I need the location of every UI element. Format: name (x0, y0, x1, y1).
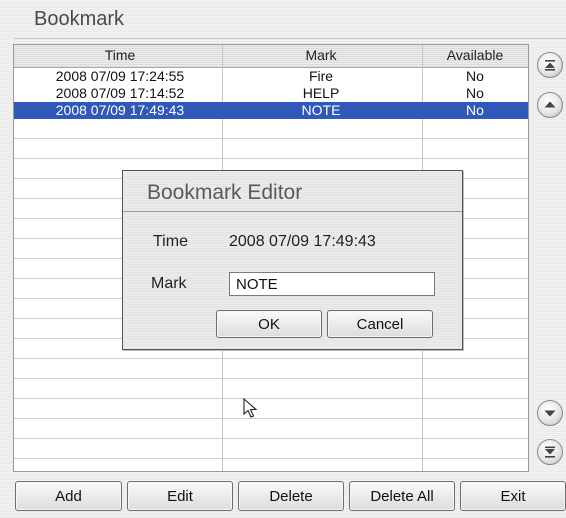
cell-available: No (466, 85, 484, 101)
cell-mark: NOTE (301, 102, 341, 118)
cell-time: 2008 07/09 17:24:55 (55, 68, 185, 84)
scroll-down-button[interactable] (537, 400, 563, 426)
edit-button[interactable]: Edit (127, 481, 233, 511)
column-header-mark[interactable]: Mark (222, 47, 420, 63)
bookmark-editor-dialog: Bookmark Editor Time 2008 07/09 17:49:43… (122, 170, 463, 350)
cell-available: No (466, 68, 484, 84)
time-value: 2008 07/09 17:49:43 (229, 233, 376, 250)
scroll-to-bottom-button[interactable] (537, 439, 563, 465)
column-header-time[interactable]: Time (20, 47, 220, 63)
table-row[interactable]: 2008 07/09 17:14:52 HELP No (14, 85, 528, 102)
table-row-empty (14, 439, 528, 459)
delete-all-button[interactable]: Delete All (349, 481, 455, 511)
bookmark-window: Bookmark Time Mark Available 2008 07/09 … (0, 0, 566, 518)
cell-mark: Fire (308, 68, 334, 84)
table-row-empty (14, 399, 528, 419)
column-header-available[interactable]: Available (422, 47, 528, 63)
scroll-up-button[interactable] (537, 92, 563, 118)
table-row-empty (14, 459, 528, 471)
table-row-selected[interactable]: 2008 07/09 17:49:43 NOTE No (14, 102, 528, 119)
add-button[interactable]: Add (15, 481, 122, 511)
table-row-empty (14, 419, 528, 439)
mark-label: Mark (151, 275, 187, 292)
cell-time: 2008 07/09 17:49:43 (55, 102, 185, 118)
table-header: Time Mark Available (14, 45, 528, 68)
mouse-cursor-icon (243, 398, 258, 418)
cell-time: 2008 07/09 17:14:52 (55, 85, 185, 101)
scroll-to-top-button[interactable] (537, 52, 563, 78)
exit-button[interactable]: Exit (460, 481, 566, 511)
cancel-button[interactable]: Cancel (327, 310, 433, 338)
cell-mark: HELP (302, 85, 340, 101)
dialog-divider (123, 211, 462, 212)
time-label: Time (153, 233, 188, 250)
scroll-down-icon (544, 410, 556, 417)
delete-button[interactable]: Delete (238, 481, 344, 511)
table-row-empty (14, 139, 528, 159)
scroll-to-top-icon (545, 60, 555, 71)
table-row-empty (14, 379, 528, 399)
table-row[interactable]: 2008 07/09 17:24:55 Fire No (14, 68, 528, 85)
scroll-to-bottom-icon (545, 446, 555, 458)
title-divider (14, 38, 566, 39)
table-row-empty (14, 119, 528, 139)
table-row-empty (14, 359, 528, 379)
ok-button[interactable]: OK (216, 310, 322, 338)
cell-available: No (466, 102, 484, 118)
scroll-up-icon (544, 101, 556, 108)
window-title: Bookmark (34, 8, 125, 30)
dialog-title: Bookmark Editor (147, 181, 303, 204)
mark-input[interactable] (229, 272, 435, 296)
